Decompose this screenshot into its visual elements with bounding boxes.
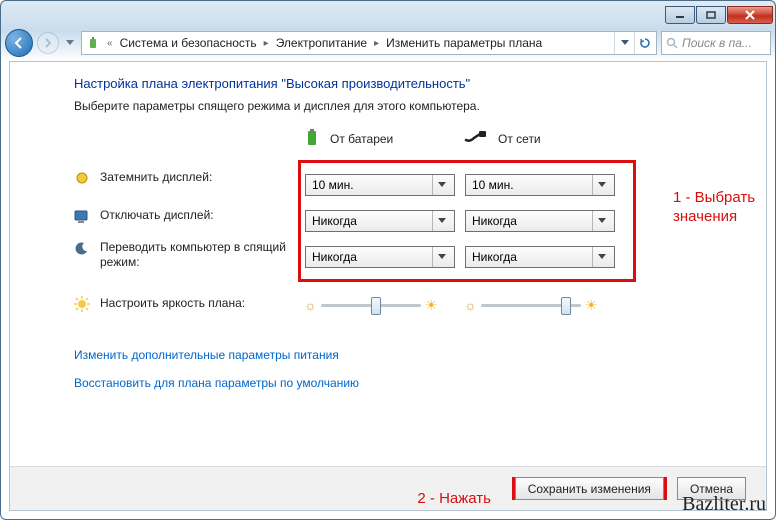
chevron-down-icon: [432, 247, 450, 267]
chevron-down-icon: [592, 247, 610, 267]
sun-bright-icon: ☀: [425, 297, 438, 314]
brightness-plugged-slider[interactable]: [481, 295, 581, 315]
chevron-down-icon: [432, 211, 450, 231]
page-subtitle: Выберите параметры спящего режима и дисп…: [74, 99, 740, 113]
search-input[interactable]: Поиск в па...: [661, 31, 771, 55]
address-bar[interactable]: « Система и безопасность ▸ Электропитани…: [81, 31, 657, 55]
chevron-down-icon: [592, 175, 610, 195]
breadcrumb-item[interactable]: Система и безопасность: [118, 36, 259, 50]
dim-plugged-select[interactable]: 10 мин.: [465, 174, 615, 196]
title-bar: [1, 1, 775, 27]
search-icon: [666, 37, 678, 49]
search-placeholder: Поиск в па...: [682, 36, 752, 50]
sleep-plugged-select[interactable]: Никогда: [465, 246, 615, 268]
dim-icon: [74, 170, 92, 188]
battery-icon: [304, 127, 320, 150]
breadcrumb-item[interactable]: Изменить параметры плана: [384, 36, 544, 50]
brightness-icon: [74, 296, 92, 314]
highlighted-dropdowns: 10 мин. 10 мин. Никогда Никогда Никогда …: [298, 160, 636, 282]
column-plugged: От сети: [464, 127, 624, 150]
chevron-right-icon: ▸: [371, 38, 382, 49]
column-battery-label: От батареи: [330, 132, 393, 146]
history-dropdown-icon[interactable]: [63, 32, 77, 54]
forward-button[interactable]: [37, 32, 59, 54]
chevron-down-icon: [432, 175, 450, 195]
breadcrumb-item[interactable]: Электропитание: [274, 36, 369, 50]
advanced-settings-link[interactable]: Изменить дополнительные параметры питани…: [74, 348, 740, 362]
row-brightness-label: Настроить яркость плана:: [74, 296, 304, 314]
off-battery-select[interactable]: Никогда: [305, 210, 455, 232]
minimize-button[interactable]: [665, 6, 695, 24]
annotation-step1: 1 - Выбрать значения: [673, 189, 763, 227]
maximize-button[interactable]: [696, 6, 726, 24]
address-dropdown-icon[interactable]: [614, 32, 634, 54]
sun-bright-icon: ☀: [585, 297, 598, 314]
sun-dim-icon: ☼: [464, 297, 477, 313]
display-off-icon: [74, 208, 92, 226]
restore-defaults-link[interactable]: Восстановить для плана параметры по умол…: [74, 376, 740, 390]
sleep-icon: [74, 240, 92, 258]
save-button[interactable]: Сохранить изменения: [515, 477, 664, 500]
content-panel: Настройка плана электропитания "Высокая …: [9, 61, 767, 511]
refresh-icon[interactable]: [634, 32, 654, 54]
save-button-highlight: Сохранить изменения: [512, 477, 667, 500]
close-button[interactable]: [727, 6, 773, 24]
sleep-battery-select[interactable]: Никогда: [305, 246, 455, 268]
dim-battery-select[interactable]: 10 мин.: [305, 174, 455, 196]
breadcrumb-sep-icon: «: [104, 38, 116, 49]
chevron-down-icon: [592, 211, 610, 231]
plug-icon: [464, 130, 488, 147]
off-plugged-select[interactable]: Никогда: [465, 210, 615, 232]
row-dim-label: Затемнить дисплей:: [74, 170, 304, 188]
sun-dim-icon: ☼: [304, 297, 317, 313]
back-button[interactable]: [5, 29, 33, 57]
watermark: Bazliter.ru: [682, 493, 766, 516]
column-plugged-label: От сети: [498, 132, 541, 146]
row-sleep-label: Переводить компьютер в спящий режим:: [74, 240, 304, 270]
column-headers: От батареи От сети: [304, 127, 740, 150]
nav-bar: « Система и безопасность ▸ Электропитани…: [1, 27, 775, 59]
window: « Система и безопасность ▸ Электропитани…: [0, 0, 776, 520]
power-plan-icon: [84, 34, 102, 52]
brightness-battery-slider[interactable]: [321, 295, 421, 315]
footer: Сохранить изменения Отмена: [10, 466, 766, 510]
page-title: Настройка плана электропитания "Высокая …: [74, 76, 740, 91]
chevron-right-icon: ▸: [261, 38, 272, 49]
annotation-step2: 2 - Нажать: [417, 490, 491, 507]
column-battery: От батареи: [304, 127, 464, 150]
row-off-label: Отключать дисплей:: [74, 208, 304, 226]
